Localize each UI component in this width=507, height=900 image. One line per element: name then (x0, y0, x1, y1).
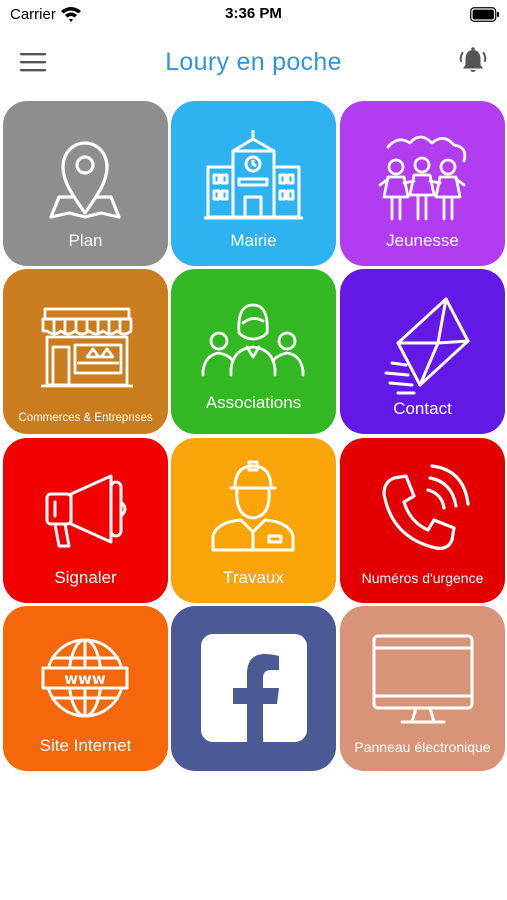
navigation-bar: Loury en poche (0, 38, 507, 88)
tile-panneau-electronique[interactable]: Panneau électronique (340, 606, 505, 771)
tile-plan[interactable]: Plan (3, 101, 168, 266)
tile-jeunesse[interactable]: Jeunesse (340, 101, 505, 266)
facebook-icon (201, 634, 307, 742)
tile-facebook[interactable] (171, 606, 336, 771)
battery-icon (470, 7, 499, 22)
tile-label: Travaux (223, 568, 284, 587)
tile-travaux[interactable]: Travaux (171, 438, 336, 603)
storefront-icon (41, 307, 133, 388)
tile-signaler[interactable]: Signaler (3, 438, 168, 603)
tile-numeros-urgence[interactable]: Numéros d'urgence (340, 438, 505, 603)
tile-label: Jeunesse (386, 231, 459, 250)
status-time: 3:36 PM (225, 5, 282, 22)
tile-commerces-entreprises[interactable]: Commerces & Entreprises (3, 269, 168, 434)
tile-label: Associations (205, 393, 302, 412)
menu-grid: Plan Mairie Jeunesse Commerces & Entrepr… (3, 101, 505, 771)
bell-icon[interactable] (456, 44, 490, 78)
tile-mairie[interactable]: Mairie (171, 101, 336, 266)
status-bar: Carrier 3:36 PM (0, 0, 507, 30)
svg-text:www: www (64, 670, 106, 688)
tile-label: Numéros d'urgence (361, 570, 484, 586)
tile-label: Site Internet (39, 736, 132, 755)
tile-label: Mairie (230, 231, 277, 250)
tile-label: Contact (393, 399, 452, 418)
tile-contact[interactable]: Contact (340, 269, 505, 434)
tile-site-internet[interactable]: www Site Internet (3, 606, 168, 771)
tile-label: Signaler (54, 568, 117, 587)
tile-label: Plan (68, 231, 103, 250)
page-title: Loury en poche (165, 48, 342, 76)
tile-label: Panneau électronique (354, 739, 491, 755)
tile-label: Commerces & Entreprises (18, 412, 153, 424)
tile-associations[interactable]: Associations (171, 269, 336, 434)
